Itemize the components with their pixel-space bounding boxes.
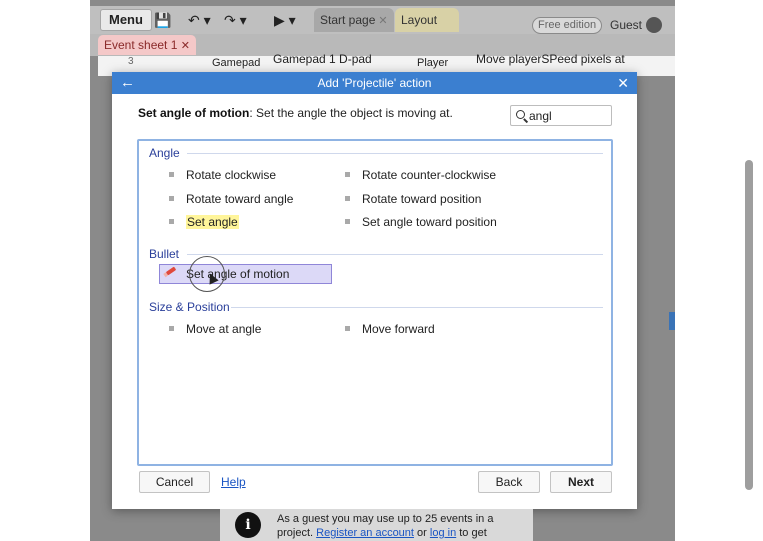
notice-line-1: As a guest you may use up to 25 events i… <box>277 513 494 525</box>
tab-label: Event sheet 1 <box>104 38 178 52</box>
guest-label[interactable]: Guest <box>610 18 642 32</box>
search-icon <box>516 110 525 119</box>
bullet-icon <box>345 326 350 332</box>
bullet-icon <box>345 172 350 178</box>
search-box[interactable] <box>510 105 612 126</box>
section-divider <box>231 307 603 308</box>
side-marker <box>669 312 675 330</box>
action-rotate-clockwise[interactable]: Rotate clockwise <box>169 168 276 182</box>
pencil-icon <box>165 266 177 276</box>
bullet-icon <box>345 196 350 202</box>
item-label: Move forward <box>362 322 435 336</box>
dialog-title: Add 'Projectile' action <box>317 76 432 90</box>
action-rotate-toward-angle[interactable]: Rotate toward angle <box>169 192 293 206</box>
description-text: : Set the angle the object is moving at. <box>249 106 453 120</box>
close-icon[interactable]: ✕ <box>181 40 190 52</box>
bullet-icon <box>169 219 174 225</box>
notice-text: project. <box>277 527 317 539</box>
item-label: Rotate toward angle <box>186 192 294 206</box>
action-list: Angle Rotate clockwise Rotate counter-cl… <box>137 139 613 466</box>
play-icon[interactable]: ▶ ▾ <box>274 10 296 30</box>
action-text: Move playerSPeed pixels at <box>476 52 625 66</box>
condition-text: Gamepad 1 D-pad <box>273 52 372 66</box>
action-move-at-angle[interactable]: Move at angle <box>169 322 261 336</box>
tab-label: Start page <box>320 13 376 27</box>
notice-text: or <box>413 527 430 539</box>
player-object-label: Player <box>417 57 449 69</box>
undo-icon[interactable]: ↶ ▾ <box>188 10 211 30</box>
tab-layout-1[interactable]: Layout 1✕ <box>395 8 459 51</box>
save-icon[interactable]: 💾 <box>154 10 171 30</box>
scrollbar[interactable] <box>745 160 753 490</box>
bullet-icon <box>345 219 350 225</box>
bullet-icon <box>169 172 174 178</box>
description-title: Set angle of motion <box>138 106 250 120</box>
next-button[interactable]: Next <box>550 471 612 493</box>
section-title-angle: Angle <box>149 146 180 160</box>
search-input[interactable] <box>529 108 609 124</box>
edition-badge[interactable]: Free edition <box>532 17 603 34</box>
action-set-angle-of-motion[interactable]: Set angle of motion <box>159 264 332 284</box>
section-divider <box>187 254 603 255</box>
action-rotate-toward-position[interactable]: Rotate toward position <box>345 192 481 206</box>
dialog-title-bar: ← Add 'Projectile' action ✕ <box>112 72 637 94</box>
row-number: 3 <box>128 56 134 67</box>
bullet-icon <box>169 326 174 332</box>
add-action-dialog: ← Add 'Projectile' action ✕ Set angle of… <box>112 72 637 509</box>
close-icon[interactable]: ✕ <box>378 15 387 27</box>
notice-text: to get <box>456 527 487 539</box>
section-divider <box>187 153 603 154</box>
item-label: Move at angle <box>186 322 262 336</box>
tab-event-sheet-1[interactable]: Event sheet 1 ✕ <box>98 35 196 55</box>
close-icon[interactable]: ✕ <box>617 72 629 94</box>
item-label: Rotate toward position <box>362 192 482 206</box>
login-link[interactable]: log in <box>430 527 456 539</box>
item-label: Rotate clockwise <box>186 168 277 182</box>
cancel-button[interactable]: Cancel <box>139 471 210 493</box>
action-set-angle-toward-position[interactable]: Set angle toward position <box>345 215 497 229</box>
redo-icon[interactable]: ↷ ▾ <box>224 10 247 30</box>
item-label: Rotate counter-clockwise <box>362 168 497 182</box>
item-label: Set angle <box>186 215 239 229</box>
tab-start-page[interactable]: Start page ✕ <box>314 8 394 32</box>
item-label: Set angle toward position <box>362 215 497 229</box>
action-rotate-counter-clockwise[interactable]: Rotate counter-clockwise <box>345 168 496 182</box>
section-title-size-position: Size & Position <box>149 300 230 314</box>
user-icon[interactable] <box>646 17 662 33</box>
gamepad-object-label: Gamepad <box>212 57 261 69</box>
action-description: Set angle of motion: Set the angle the o… <box>138 106 453 120</box>
notice-line-2: project. Register an account or log in t… <box>277 527 487 539</box>
help-link[interactable]: Help <box>221 475 246 489</box>
back-button[interactable]: Back <box>478 471 540 493</box>
section-title-bullet: Bullet <box>149 247 180 261</box>
menu-button[interactable]: Menu <box>100 9 152 31</box>
bullet-icon <box>169 196 174 202</box>
action-set-angle[interactable]: Set angle <box>169 215 239 229</box>
screen: Menu 💾 ↶ ▾ ↷ ▾ ▶ ▾ Free edition Guest St… <box>0 0 763 541</box>
action-move-forward[interactable]: Move forward <box>345 322 435 336</box>
back-arrow-icon[interactable]: ← <box>120 72 135 94</box>
register-link[interactable]: Register an account <box>316 527 414 539</box>
info-icon: i <box>235 512 261 538</box>
